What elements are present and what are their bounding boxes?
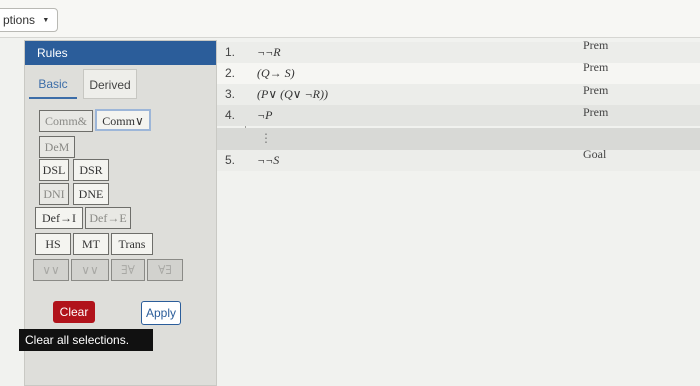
- line-number: 2.: [225, 66, 236, 80]
- rule-dem[interactable]: DeM: [39, 136, 75, 158]
- ellipsis: ⋮: [260, 131, 272, 145]
- rule-faded-4[interactable]: ∀∃: [147, 259, 183, 281]
- rules-tabs: Basic Derived: [25, 69, 216, 103]
- formula: (P∨ (Q∨ ¬R)): [257, 87, 328, 101]
- formula: ¬P: [257, 108, 273, 122]
- rule-faded-1[interactable]: ∨∨: [33, 259, 69, 281]
- apply-button[interactable]: Apply: [141, 301, 181, 325]
- proof-placeholder-row[interactable]: ⋮: [217, 128, 700, 150]
- tab-basic[interactable]: Basic: [29, 69, 77, 99]
- line-number: 5.: [225, 153, 236, 167]
- rule-dsr[interactable]: DSR: [73, 159, 109, 181]
- rule-faded-3[interactable]: ∃∀: [111, 259, 145, 281]
- tab-derived[interactable]: Derived: [83, 69, 137, 99]
- proof-line-1[interactable]: 1. ¬¬R Prem: [217, 38, 700, 63]
- justification: Prem: [583, 105, 609, 119]
- rule-def-e[interactable]: Def→E: [85, 207, 131, 229]
- rule-faded-2[interactable]: ∨∨: [71, 259, 109, 281]
- line-number: 1.: [225, 45, 236, 59]
- justification: Prem: [583, 60, 609, 74]
- rule-dsl[interactable]: DSL: [39, 159, 69, 181]
- formula: ¬¬R: [257, 45, 281, 59]
- proof-line-5[interactable]: 5. ¬¬S Goal: [217, 147, 700, 171]
- rule-hs[interactable]: HS: [35, 233, 71, 255]
- rule-dni[interactable]: DNI: [39, 183, 69, 205]
- line-number: 4.: [225, 108, 236, 122]
- rule-trans[interactable]: Trans: [111, 233, 153, 255]
- proof-line-2[interactable]: 2. (Q→ S) Prem: [217, 60, 700, 84]
- rule-comm-or[interactable]: Comm∨: [95, 109, 151, 131]
- tooltip: Clear all selections.: [19, 329, 153, 351]
- top-bar: ptions ▼: [0, 0, 700, 38]
- proof-panel: 1. ¬¬R Prem 2. (Q→ S) Prem 3. (P∨ (Q∨ ¬R…: [217, 38, 700, 386]
- proof-line-4[interactable]: 4. ¬P Prem: [217, 105, 700, 126]
- line-number: 3.: [225, 87, 236, 101]
- rules-header: Rules: [25, 41, 216, 65]
- formula: ¬¬S: [257, 153, 280, 167]
- rule-def-i[interactable]: Def→I: [35, 207, 83, 229]
- justification: Prem: [583, 83, 609, 97]
- options-label: ptions: [3, 13, 36, 27]
- rule-comm-and[interactable]: Comm&: [39, 110, 93, 132]
- formula: (Q→ S): [257, 66, 295, 80]
- justification: Prem: [583, 38, 609, 52]
- rule-dne[interactable]: DNE: [73, 183, 109, 205]
- chevron-down-icon: ▼: [42, 17, 50, 24]
- clear-button[interactable]: Clear: [53, 301, 95, 323]
- proof-line-3[interactable]: 3. (P∨ (Q∨ ¬R)) Prem: [217, 83, 700, 105]
- justification: Goal: [583, 147, 607, 161]
- rule-mt[interactable]: MT: [73, 233, 109, 255]
- rules-panel: Rules Basic Derived Comm& Comm∨ DeM DSL …: [19, 40, 217, 386]
- options-dropdown[interactable]: ptions ▼: [0, 8, 59, 32]
